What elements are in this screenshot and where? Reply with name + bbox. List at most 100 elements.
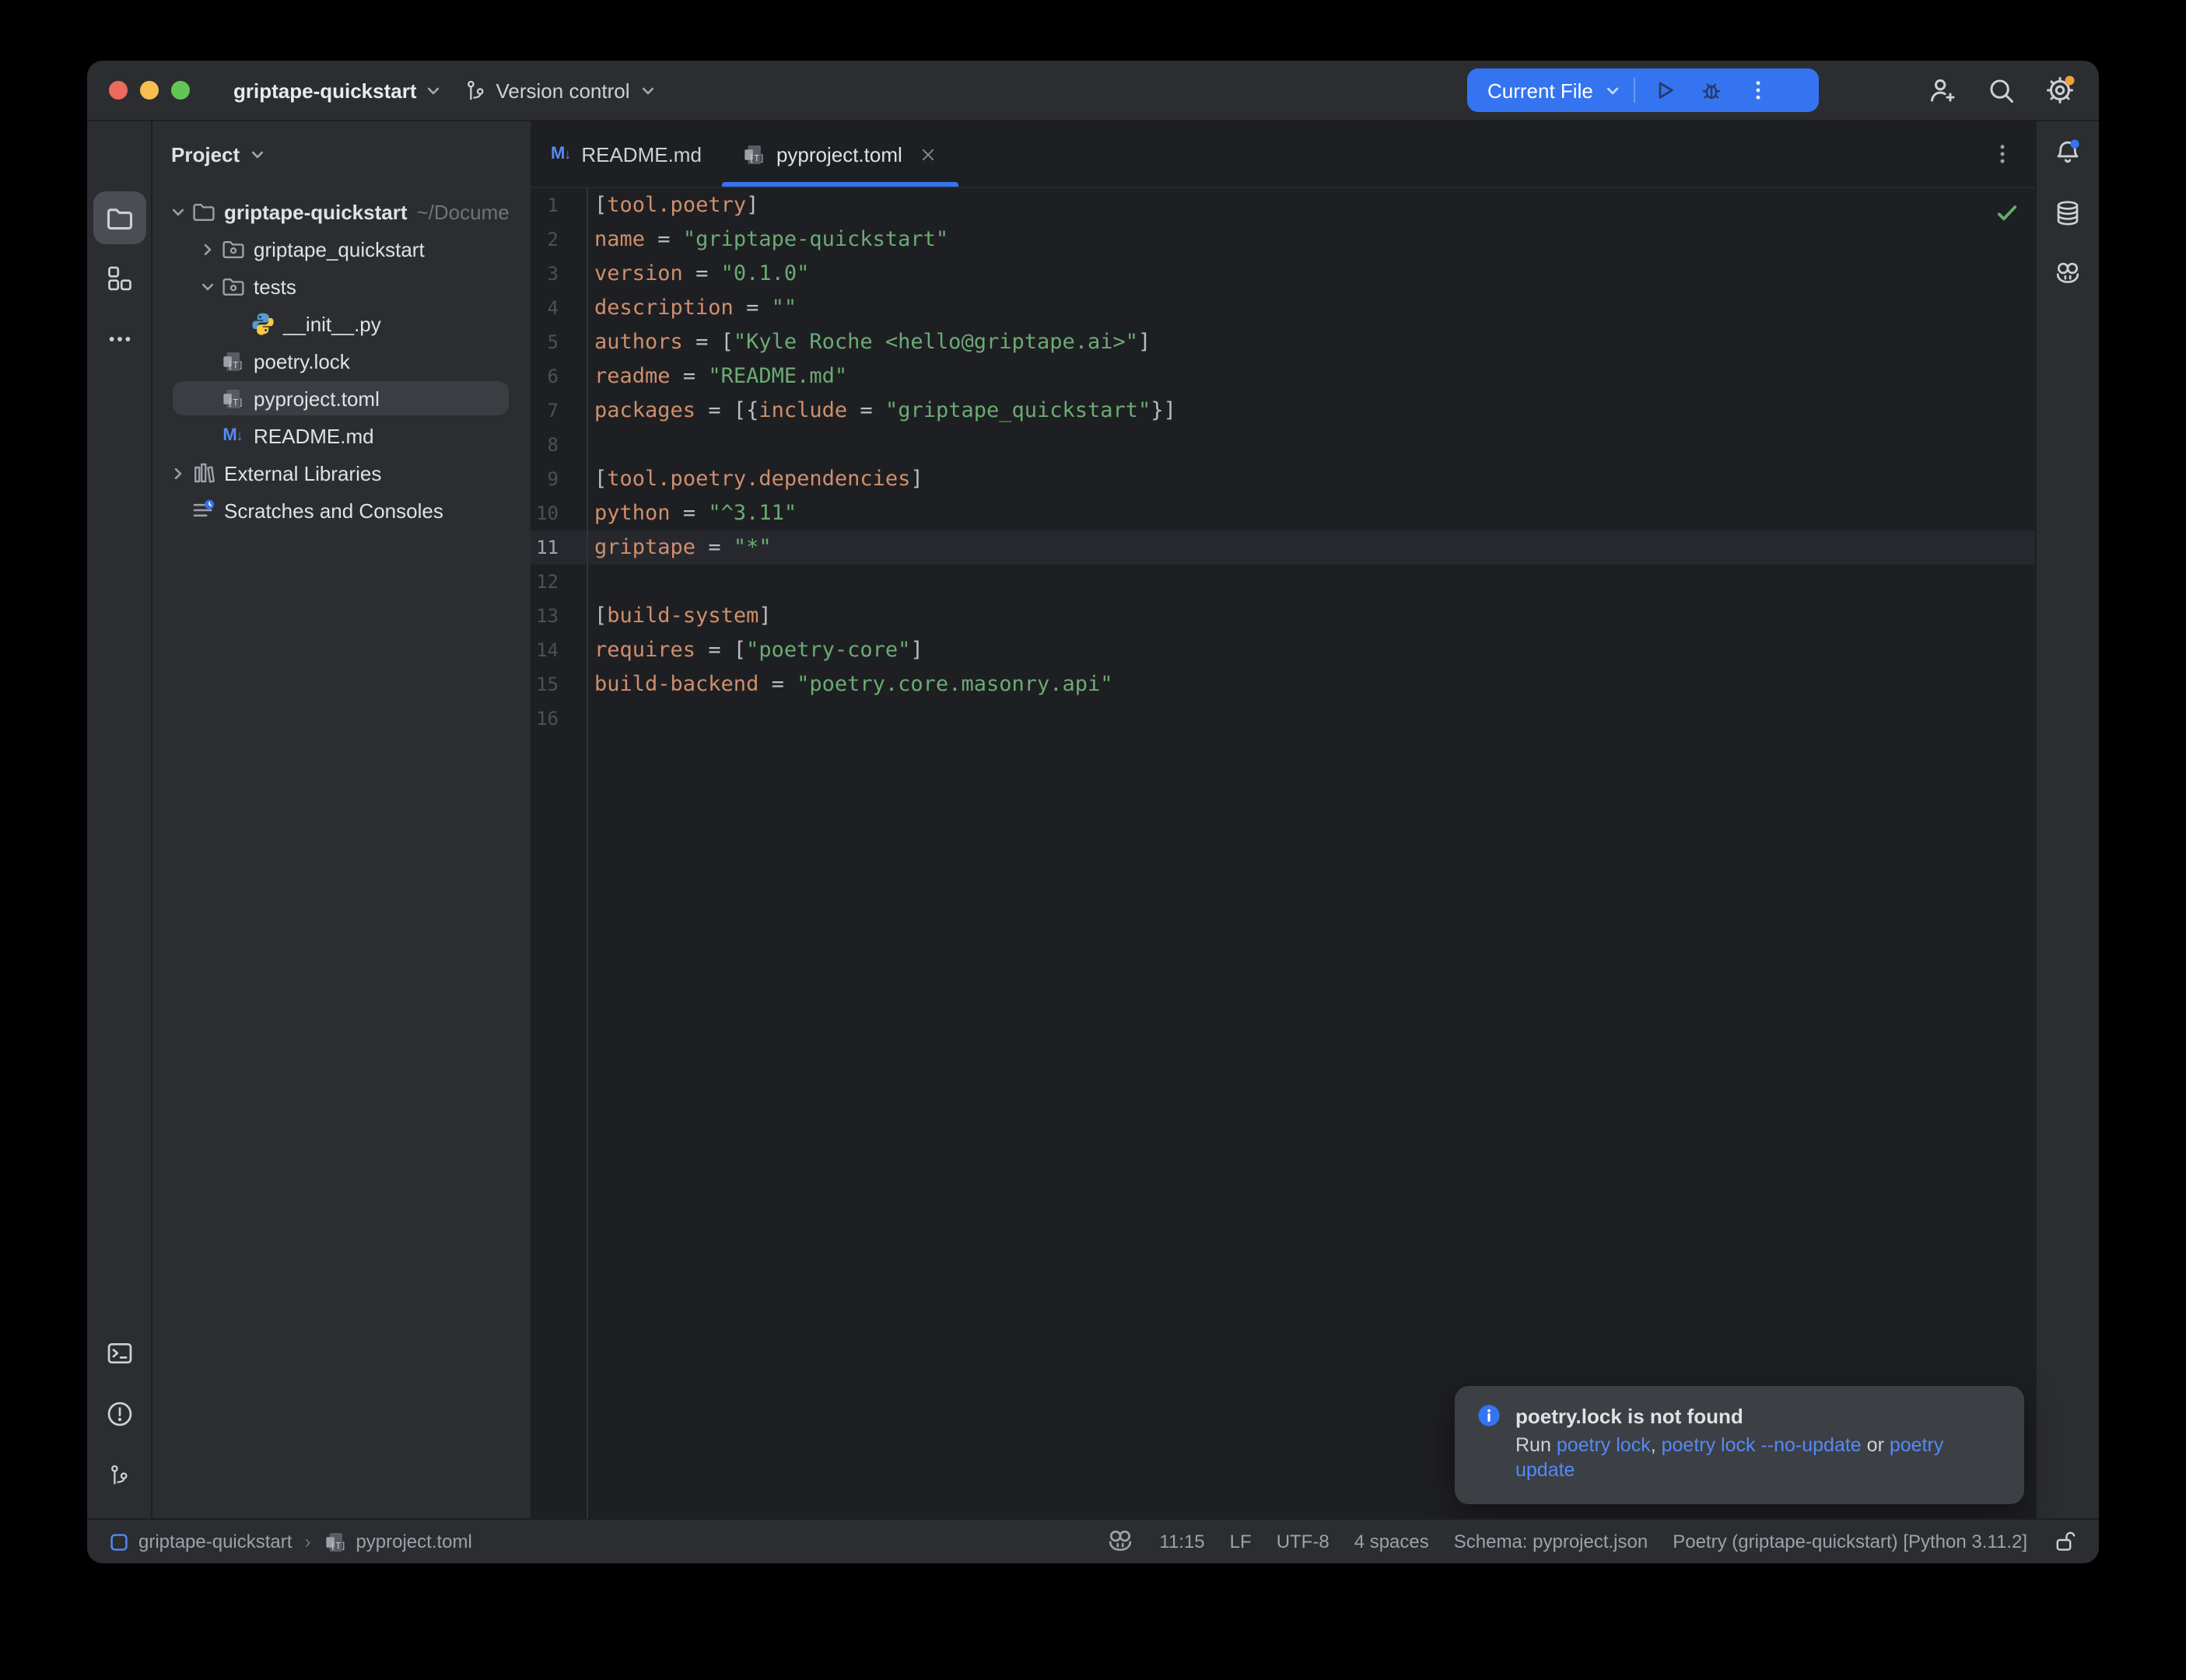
code-line-12[interactable]: 12 xyxy=(531,565,2035,599)
tree-item-scratches-and-consoles[interactable]: Scratches and Consoles xyxy=(152,492,531,529)
tree-item-label: tests xyxy=(254,275,296,298)
line-number: 16 xyxy=(531,708,587,730)
close-icon[interactable] xyxy=(918,144,938,164)
code-text: description = "" xyxy=(587,296,797,320)
code-line-11[interactable]: 11griptape = "*" xyxy=(531,530,2035,565)
markdown-icon: M↓ xyxy=(219,422,246,449)
code-line-1[interactable]: 1[tool.poetry] xyxy=(531,188,2035,222)
problems-icon[interactable] xyxy=(93,1388,145,1440)
status-item[interactable]: 11:15 xyxy=(1159,1531,1204,1552)
status-item[interactable]: Poetry (griptape-quickstart) [Python 3.1… xyxy=(1673,1531,2027,1552)
notification-link[interactable]: poetry lock xyxy=(1557,1434,1651,1456)
more-icon[interactable] xyxy=(93,313,145,366)
project-icon[interactable] xyxy=(93,191,145,244)
status-widgets: 11:15 LF UTF-8 4 spaces Schema: pyproject.js… xyxy=(1106,1528,2077,1556)
project-badge-icon xyxy=(109,1531,129,1552)
structure-icon[interactable] xyxy=(93,252,145,305)
code-line-9[interactable]: 9[tool.poetry.dependencies] xyxy=(531,462,2035,496)
notification-text: or xyxy=(1862,1434,1890,1456)
status-item[interactable]: UTF-8 xyxy=(1277,1531,1329,1552)
unlock-status-icon[interactable] xyxy=(2052,1529,2077,1554)
status-item[interactable]: LF xyxy=(1230,1531,1252,1552)
desktop: griptape-quickstart Version control Curr… xyxy=(0,0,2186,1680)
gutter-divider xyxy=(587,188,588,1518)
terminal-icon[interactable] xyxy=(93,1327,145,1380)
code-line-2[interactable]: 2name = "griptape-quickstart" xyxy=(531,222,2035,257)
tree-item-poetry-lock[interactable]: [T]poetry.lock xyxy=(152,342,531,380)
toml-icon: [T] xyxy=(219,385,246,411)
status-item[interactable]: Schema: pyproject.json xyxy=(1454,1531,1648,1552)
chevron-down-icon[interactable] xyxy=(165,199,190,224)
tree-item-label: pyproject.toml xyxy=(254,387,380,410)
chevron-spacer xyxy=(194,386,219,411)
tab-pyproject-toml[interactable]: [T]pyproject.toml xyxy=(722,121,958,187)
tab-readme-md[interactable]: M↓README.md xyxy=(531,121,722,187)
project-panel-header[interactable]: Project xyxy=(152,121,531,187)
add-user-icon[interactable] xyxy=(1925,73,1959,107)
ai-status-icon[interactable] xyxy=(1106,1528,1134,1556)
chevron-spacer xyxy=(224,311,249,336)
tree-item-pyproject-toml[interactable]: [T] pyproject.toml xyxy=(152,380,531,417)
project-menu[interactable]: griptape-quickstart xyxy=(233,79,442,102)
tree-item-tests[interactable]: tests xyxy=(152,268,531,305)
search-icon[interactable] xyxy=(1984,73,2018,107)
line-number: 4 xyxy=(531,297,587,319)
line-number: 14 xyxy=(531,639,587,661)
code-line-6[interactable]: 6readme = "README.md" xyxy=(531,359,2035,394)
notification-link[interactable]: poetry lock --no-update xyxy=(1662,1434,1862,1456)
tree-item-griptape-quickstart[interactable]: griptape-quickstart~/Docume xyxy=(152,193,531,230)
svg-text:[T]: [T] xyxy=(228,397,243,407)
code-line-3[interactable]: 3version = "0.1.0" xyxy=(531,257,2035,291)
tree-item-griptape-quickstart[interactable]: griptape_quickstart xyxy=(152,230,531,268)
database-icon[interactable] xyxy=(2041,187,2094,240)
chevron-right-icon[interactable] xyxy=(194,236,219,261)
code-line-14[interactable]: 14requires = ["poetry-core"] xyxy=(531,633,2035,667)
code-line-16[interactable]: 16 xyxy=(531,702,2035,736)
tree-item--init-py[interactable]: __init__.py xyxy=(152,305,531,342)
code-line-8[interactable]: 8 xyxy=(531,428,2035,462)
svg-text:[T]: [T] xyxy=(228,359,243,369)
line-number: 6 xyxy=(531,366,587,387)
tree-item-external-libraries[interactable]: External Libraries xyxy=(152,454,531,492)
code-line-15[interactable]: 15build-backend = "poetry.core.masonry.a… xyxy=(531,667,2035,702)
run-button[interactable] xyxy=(1641,68,1688,112)
run-config-selector[interactable]: Current File xyxy=(1467,79,1604,102)
version-control-menu[interactable]: Version control xyxy=(464,79,657,102)
debug-button[interactable] xyxy=(1688,68,1735,112)
status-item[interactable]: 4 spaces xyxy=(1354,1531,1429,1552)
folder-icon xyxy=(190,198,216,225)
tab-label: pyproject.toml xyxy=(776,142,902,166)
zoom-window-button[interactable] xyxy=(171,81,190,100)
minimize-window-button[interactable] xyxy=(140,81,159,100)
close-window-button[interactable] xyxy=(109,81,128,100)
code-editor[interactable]: 1[tool.poetry]2name = "griptape-quicksta… xyxy=(531,188,2035,1518)
line-number: 12 xyxy=(531,571,587,593)
ide-window: griptape-quickstart Version control Curr… xyxy=(87,61,2099,1563)
code-line-13[interactable]: 13[build-system] xyxy=(531,599,2035,633)
code-line-7[interactable]: 7packages = [{include = "griptape_quicks… xyxy=(531,394,2035,428)
chevron-down-icon[interactable] xyxy=(194,274,219,299)
chevron-down-icon[interactable] xyxy=(1604,82,1621,99)
editor-options-kebab-icon[interactable] xyxy=(1990,142,2015,166)
chevron-spacer xyxy=(165,498,190,523)
gear-icon[interactable] xyxy=(2043,73,2077,107)
tree-item-label: griptape_quickstart xyxy=(254,237,425,261)
branch-icon[interactable] xyxy=(93,1448,145,1501)
code-line-4[interactable]: 4description = "" xyxy=(531,291,2035,325)
code-text: build-backend = "poetry.core.masonry.api… xyxy=(587,672,1113,697)
tree-item-readme-md[interactable]: M↓README.md xyxy=(152,417,531,454)
code-line-5[interactable]: 5authors = ["Kyle Roche <hello@griptape.… xyxy=(531,325,2035,359)
notification-balloon: poetry.lock is not found Run poetry lock… xyxy=(1455,1386,2024,1504)
line-number: 13 xyxy=(531,605,587,627)
breadcrumb-item[interactable]: griptape-quickstart xyxy=(138,1531,292,1552)
ai-icon[interactable] xyxy=(2041,247,2094,300)
run-more-button[interactable] xyxy=(1735,68,1781,112)
notification-text: , xyxy=(1651,1434,1662,1456)
chevron-right-icon[interactable] xyxy=(165,460,190,485)
code-line-10[interactable]: 10python = "^3.11" xyxy=(531,496,2035,530)
folder-src-icon xyxy=(219,236,246,262)
bell-icon[interactable] xyxy=(2041,126,2094,179)
inspections-ok-icon[interactable] xyxy=(1995,201,2020,226)
breadcrumb-item[interactable]: pyproject.toml xyxy=(356,1531,471,1552)
tree-item-label: griptape-quickstart xyxy=(224,200,408,223)
